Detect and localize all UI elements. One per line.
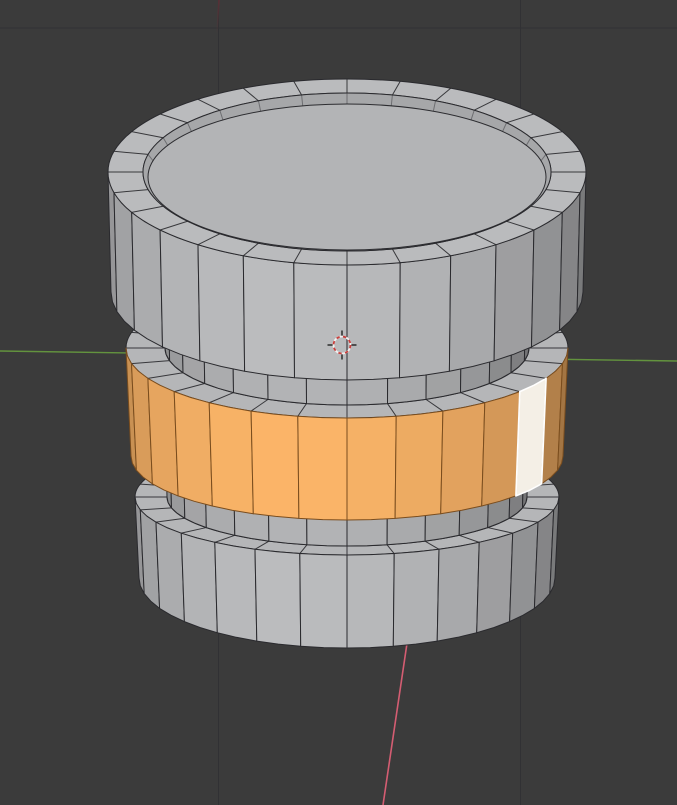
mesh-face[interactable] <box>493 229 535 362</box>
mesh-face[interactable] <box>214 541 258 642</box>
selected-face[interactable] <box>346 415 397 521</box>
mesh-face[interactable] <box>448 244 497 372</box>
mesh-face[interactable] <box>346 553 395 649</box>
selected-face[interactable] <box>208 402 254 515</box>
mesh-face[interactable] <box>299 553 348 649</box>
mesh-face[interactable] <box>293 262 348 381</box>
mesh-face[interactable] <box>180 532 218 634</box>
mesh-face[interactable] <box>155 521 185 623</box>
mesh-face[interactable] <box>392 548 440 647</box>
mesh-face[interactable] <box>254 548 302 647</box>
mesh-face[interactable] <box>509 521 539 623</box>
mesh-face[interactable] <box>531 211 563 348</box>
selected-face[interactable] <box>297 415 348 521</box>
selected-face[interactable] <box>481 391 521 507</box>
mesh-face[interactable] <box>476 532 514 634</box>
selected-face[interactable] <box>394 410 444 519</box>
scene-canvas[interactable] <box>0 0 677 805</box>
3d-viewport[interactable] <box>0 0 677 805</box>
mesh-face[interactable] <box>346 262 401 381</box>
mesh-face[interactable] <box>159 229 201 362</box>
mesh-face[interactable] <box>131 211 163 348</box>
selected-face[interactable] <box>440 402 486 515</box>
recess-floor-face[interactable] <box>147 103 547 251</box>
selected-face[interactable] <box>250 410 300 519</box>
mesh-face[interactable] <box>399 255 452 379</box>
mesh-face[interactable] <box>197 244 246 372</box>
mesh-object[interactable] <box>107 78 587 649</box>
top-recess <box>142 92 552 252</box>
mesh-face[interactable] <box>242 255 295 379</box>
selected-face[interactable] <box>147 377 179 497</box>
selected-face[interactable] <box>173 391 213 507</box>
mesh-face[interactable] <box>436 541 480 642</box>
